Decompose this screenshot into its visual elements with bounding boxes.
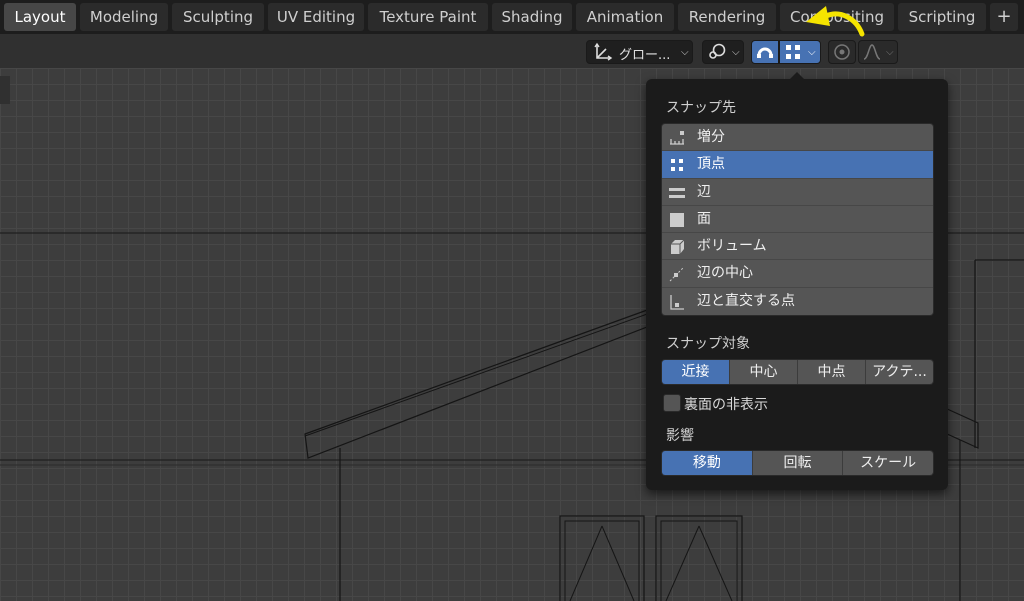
tab-layout[interactable]: Layout xyxy=(4,3,76,31)
add-workspace-button[interactable]: + xyxy=(990,3,1018,31)
tab-sculpting[interactable]: Sculpting xyxy=(172,3,264,31)
tab-shading[interactable]: Shading xyxy=(492,3,572,31)
edge-center-icon xyxy=(669,267,685,282)
chevron-down-icon: ⌵ xyxy=(886,47,894,58)
snap-to-volume-label: ボリューム xyxy=(697,238,767,255)
snap-to-edge-perpendicular[interactable]: 辺と直交する点 xyxy=(662,288,933,315)
falloff-curve-icon xyxy=(863,44,881,60)
orientation-axes-icon xyxy=(594,42,613,61)
snap-with-active[interactable]: アクテ... xyxy=(866,360,933,384)
snap-toggle-button[interactable] xyxy=(751,40,779,64)
snap-to-edge-label: 辺 xyxy=(697,183,711,200)
pivot-point-dropdown[interactable]: ⌵ xyxy=(702,40,744,64)
face-icon xyxy=(670,212,684,227)
affect-scale[interactable]: スケール xyxy=(843,451,933,475)
volume-icon xyxy=(671,239,685,255)
annotation-arrow-icon xyxy=(806,6,865,37)
backface-culling-label: 裏面の非表示 xyxy=(684,397,768,413)
snap-with-center[interactable]: 中心 xyxy=(730,360,798,384)
snap-to-face[interactable]: 面 xyxy=(662,206,933,234)
pivot-point-icon xyxy=(709,43,726,59)
snap-to-edge-perpendicular-label: 辺と直交する点 xyxy=(697,292,795,309)
snap-to-vertex-label: 頂点 xyxy=(697,156,725,173)
snap-to-heading: スナップ先 xyxy=(666,100,736,116)
tab-uv-editing[interactable]: UV Editing xyxy=(268,3,364,31)
proportional-editing-icon xyxy=(834,44,850,60)
snap-to-vertex[interactable]: 頂点 xyxy=(662,151,933,179)
snap-to-face-label: 面 xyxy=(697,210,711,227)
snap-to-volume[interactable]: ボリューム xyxy=(662,233,933,261)
affect-heading: 影響 xyxy=(666,428,694,444)
tab-texture-paint[interactable]: Texture Paint xyxy=(368,3,488,31)
vertex-icon xyxy=(671,159,683,172)
snapping-popover: スナップ先 増分 頂点 辺 面 ボリューム 辺の中心 辺と直交する点 スナップ対… xyxy=(646,72,948,490)
snap-to-increment[interactable]: 増分 xyxy=(662,124,933,152)
edge-icon xyxy=(669,187,685,198)
chevron-down-icon: ⌵ xyxy=(681,47,689,58)
magnet-icon xyxy=(757,47,773,58)
tab-scripting[interactable]: Scripting xyxy=(898,3,986,31)
snap-with-median[interactable]: 中点 xyxy=(798,360,866,384)
snap-with-segmented-control: 近接 中心 中点 アクテ... xyxy=(661,359,934,385)
chevron-down-icon: ⌵ xyxy=(808,47,816,58)
snap-with-heading: スナップ対象 xyxy=(666,336,750,352)
affect-rotate[interactable]: 回転 xyxy=(752,451,844,475)
vertex-icon xyxy=(786,45,800,59)
tab-rendering[interactable]: Rendering xyxy=(678,3,776,31)
tab-modeling[interactable]: Modeling xyxy=(80,3,168,31)
snap-to-edge-center-label: 辺の中心 xyxy=(697,265,753,282)
increment-icon xyxy=(670,131,684,145)
snap-to-list: 増分 頂点 辺 面 ボリューム 辺の中心 辺と直交する点 xyxy=(661,123,934,317)
transform-orientation-label: グロー... xyxy=(619,48,671,63)
snap-to-increment-label: 増分 xyxy=(697,129,725,145)
snap-to-edge[interactable]: 辺 xyxy=(662,179,933,206)
backface-culling-checkbox[interactable] xyxy=(663,394,681,412)
affect-segmented-control: 移動 回転 スケール xyxy=(661,450,934,476)
affect-move[interactable]: 移動 xyxy=(662,451,753,475)
snap-to-edge-center[interactable]: 辺の中心 xyxy=(662,260,933,288)
tab-animation[interactable]: Animation xyxy=(576,3,674,31)
transform-orientation-dropdown[interactable]: グロー... ⌵ xyxy=(586,40,693,64)
snap-with-closest[interactable]: 近接 xyxy=(662,360,730,384)
chevron-down-icon: ⌵ xyxy=(732,47,740,58)
edge-perpendicular-icon xyxy=(670,294,684,310)
